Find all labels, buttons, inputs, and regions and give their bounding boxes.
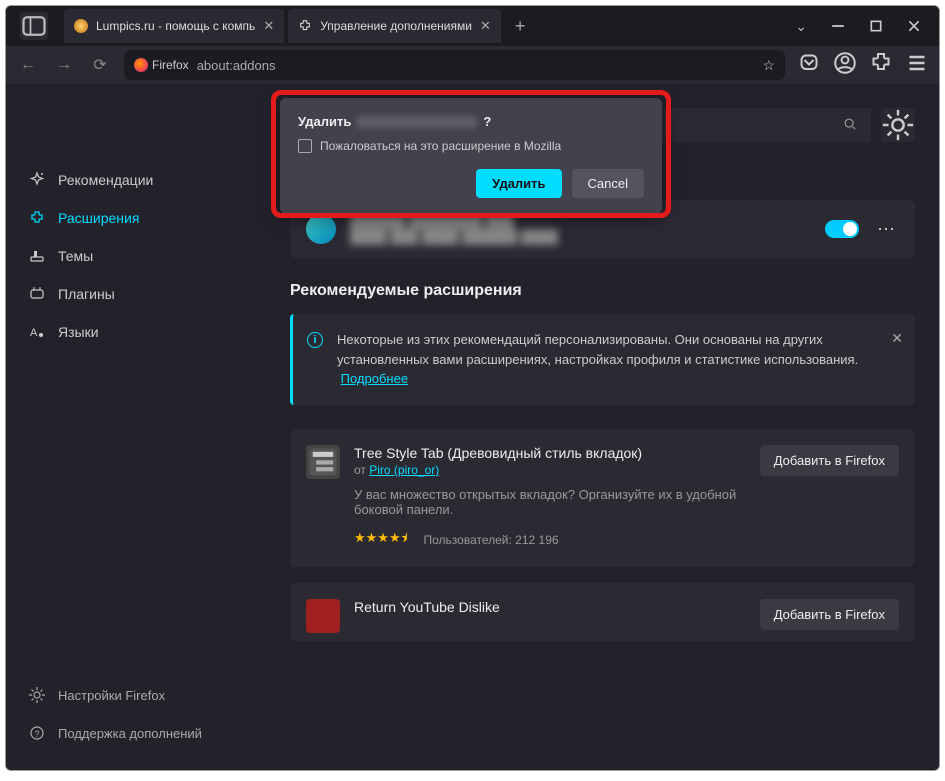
sidebar-item-settings[interactable]: Настройки Firefox [16, 678, 256, 712]
recommended-heading: Рекомендуемые расширения [290, 282, 915, 300]
reload-button[interactable]: ⟳ [88, 53, 112, 77]
tree-style-tab-icon [306, 445, 340, 479]
sidebar: Рекомендации Расширения Темы Плагины A Я… [6, 84, 266, 770]
extension-meta-blurred: ██████ ████████ ███████ ███ ████ ██████ … [350, 214, 811, 244]
sidebar-item-label: Поддержка дополнений [58, 726, 202, 741]
tab-addons[interactable]: Управление дополнениями ✕ [288, 9, 501, 43]
banner-text: Некоторые из этих рекомендаций персонали… [337, 332, 858, 367]
help-icon: ? [28, 724, 46, 742]
rec-title: Return YouTube Dislike [354, 599, 746, 615]
sidebar-item-label: Расширения [58, 210, 139, 226]
sidebar-item-themes[interactable]: Темы [16, 239, 256, 273]
extension-toggle[interactable] [825, 220, 859, 238]
tabstrip: Lumpics.ru - помощь с компь ✕ Управление… [64, 6, 783, 46]
remove-extension-dialog: Удалить ? Пожаловаться на это расширение… [280, 98, 662, 214]
gear-icon [28, 686, 46, 704]
extension-icon [306, 214, 336, 244]
dialog-ext-name-blurred [357, 116, 477, 128]
report-checkbox-row[interactable]: Пожаловаться на это расширение в Mozilla [298, 139, 644, 153]
language-icon: A [28, 323, 46, 341]
sidebar-item-extensions[interactable]: Расширения [16, 201, 256, 235]
info-icon: i [307, 332, 323, 348]
add-to-firefox-button[interactable]: Добавить в Firefox [760, 445, 899, 476]
close-button[interactable] [907, 19, 921, 33]
sidebar-item-label: Рекомендации [58, 172, 153, 188]
rec-author-link[interactable]: Piro (piro_or) [369, 463, 439, 477]
sidebar-item-languages[interactable]: A Языки [16, 315, 256, 349]
puzzle-icon [28, 209, 46, 227]
sidebar-item-plugins[interactable]: Плагины [16, 277, 256, 311]
url-bar[interactable]: Firefox about:addons ☆ [124, 50, 785, 80]
recommendation-card: Return YouTube Dislike Добавить в Firefo… [290, 583, 915, 641]
search-icon [843, 117, 857, 134]
maximize-button[interactable] [869, 19, 883, 33]
info-banner: i ✕ Некоторые из этих рекомендаций персо… [290, 314, 915, 405]
dialog-remove-button[interactable]: Удалить [476, 169, 561, 198]
url-text: about:addons [197, 58, 276, 73]
forward-button[interactable]: → [52, 53, 76, 77]
return-youtube-dislike-icon [306, 599, 340, 633]
back-button[interactable]: ← [16, 53, 40, 77]
menu-button[interactable] [905, 51, 929, 79]
rec-title: Tree Style Tab (Древовидный стиль вкладо… [354, 445, 746, 461]
svg-text:A: A [30, 327, 38, 339]
close-icon[interactable]: ✕ [891, 328, 903, 349]
firefox-badge: Firefox [134, 58, 189, 72]
dialog-cancel-button[interactable]: Cancel [572, 169, 644, 198]
rec-description: У вас множество открытых вкладок? Органи… [354, 487, 746, 517]
addons-settings-button[interactable] [881, 108, 915, 142]
plugin-icon [28, 285, 46, 303]
banner-link[interactable]: Подробнее [341, 371, 408, 386]
pocket-icon[interactable] [797, 51, 821, 79]
sidebar-item-label: Настройки Firefox [58, 688, 165, 703]
tab-lumpics[interactable]: Lumpics.ru - помощь с компь ✕ [64, 9, 284, 43]
account-icon[interactable] [833, 51, 857, 79]
addons-icon [298, 19, 312, 33]
minimize-button[interactable] [831, 19, 845, 33]
close-icon[interactable]: ✕ [263, 18, 274, 34]
firefox-icon [134, 58, 148, 72]
recommendation-card: Tree Style Tab (Древовидный стиль вкладо… [290, 429, 915, 567]
svg-text:?: ? [35, 729, 40, 739]
window-controls: ⌄ [783, 18, 933, 35]
extensions-icon[interactable] [869, 51, 893, 79]
browser-window: Lumpics.ru - помощь с компь ✕ Управление… [5, 5, 940, 771]
sparkle-icon [28, 171, 46, 189]
new-tab-button[interactable]: + [505, 16, 536, 37]
checkbox-label: Пожаловаться на это расширение в Mozilla [320, 139, 561, 153]
rec-users: Пользователей: 212 196 [424, 533, 559, 547]
bookmark-star-icon[interactable]: ☆ [762, 57, 775, 74]
brush-icon [28, 247, 46, 265]
tab-label: Управление дополнениями [320, 19, 472, 33]
rec-author: от Piro (piro_or) [354, 463, 746, 477]
favicon-icon [74, 19, 88, 33]
sidebar-item-recommendations[interactable]: Рекомендации [16, 163, 256, 197]
close-icon[interactable]: ✕ [480, 18, 491, 34]
sidebar-item-label: Темы [58, 248, 93, 264]
sidebar-item-support[interactable]: ? Поддержка дополнений [16, 716, 256, 750]
sidebar-item-label: Языки [58, 324, 99, 340]
sidebar-toggle-icon[interactable] [20, 12, 48, 40]
sidebar-item-label: Плагины [58, 286, 115, 302]
tab-label: Lumpics.ru - помощь с компь [96, 19, 255, 33]
extension-menu-button[interactable]: ⋯ [873, 219, 899, 240]
titlebar: Lumpics.ru - помощь с компь ✕ Управление… [6, 6, 939, 46]
add-to-firefox-button[interactable]: Добавить в Firefox [760, 599, 899, 630]
rec-rating: ★★★★⯨ [354, 529, 408, 551]
chevron-down-icon[interactable]: ⌄ [795, 18, 807, 35]
dialog-title: Удалить ? [298, 114, 644, 129]
checkbox[interactable] [298, 139, 312, 153]
nav-toolbar: ← → ⟳ Firefox about:addons ☆ [6, 46, 939, 84]
